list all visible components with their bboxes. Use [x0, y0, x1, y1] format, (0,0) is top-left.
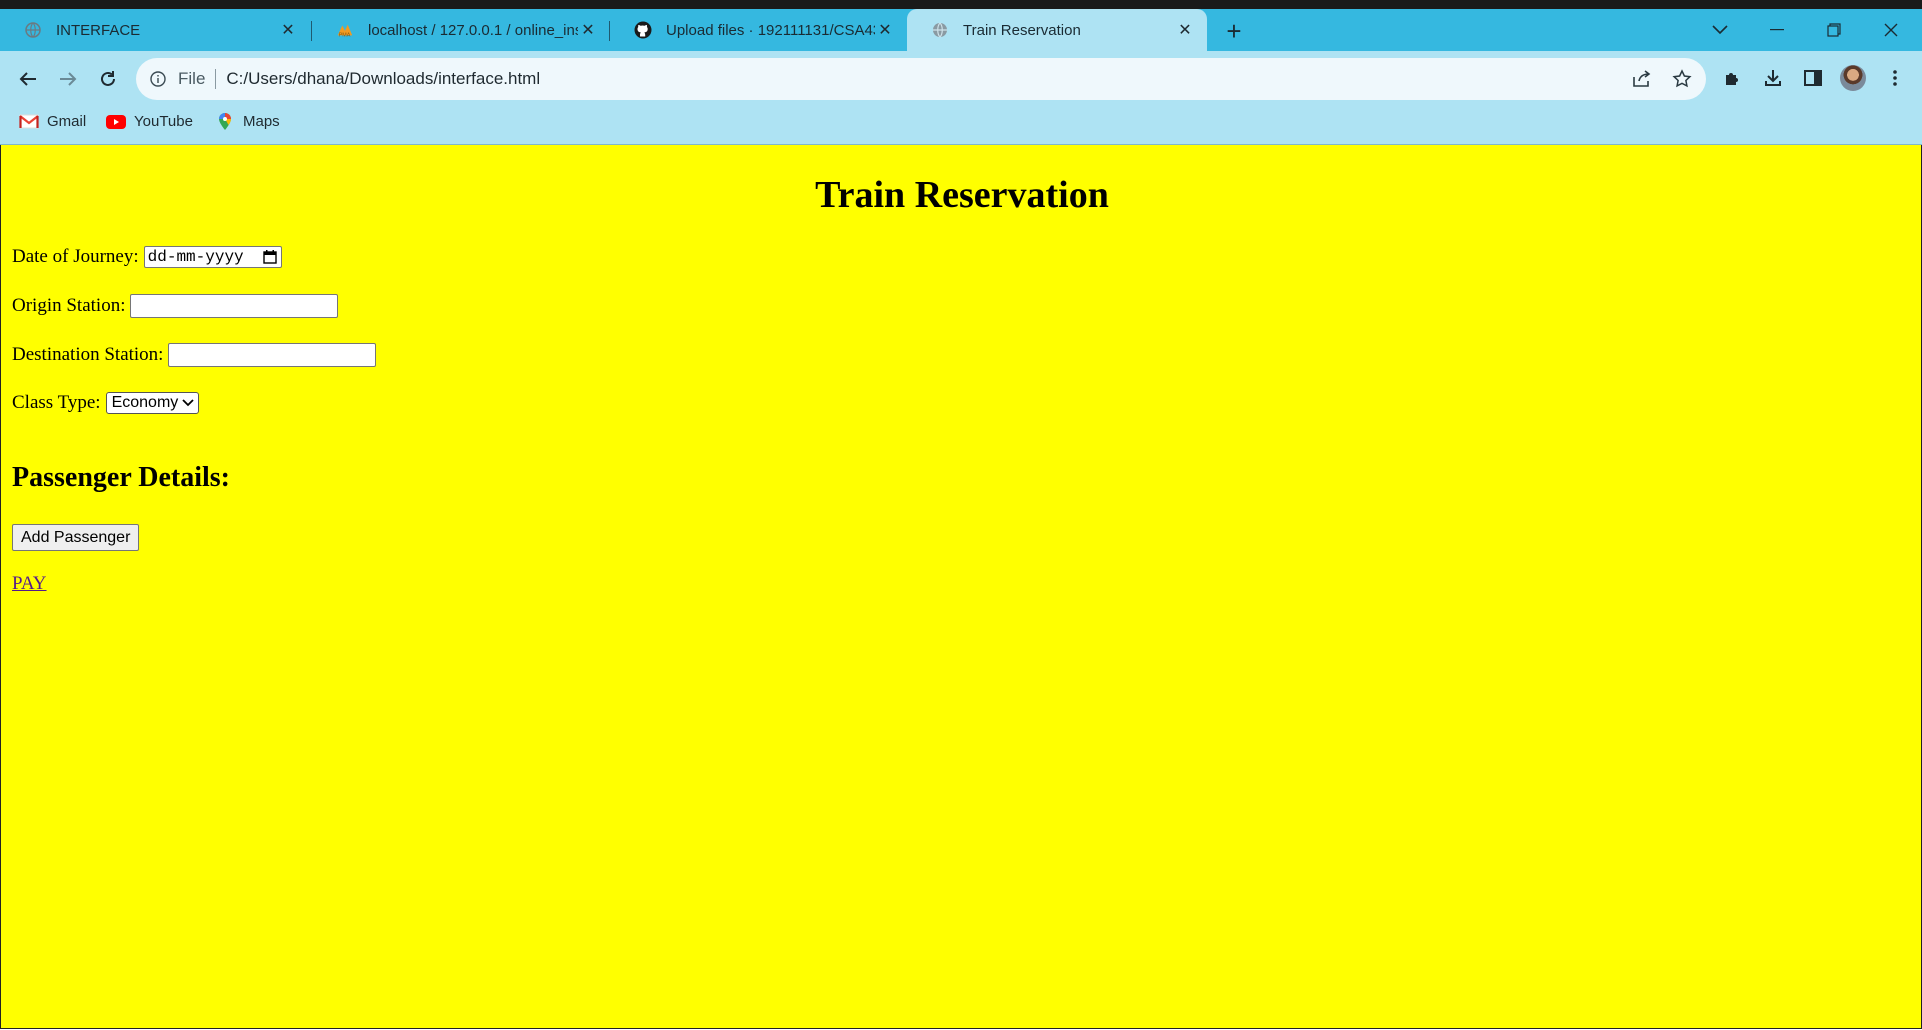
add-passenger-button[interactable]: Add Passenger [12, 524, 140, 551]
tab-github[interactable]: Upload files · 192111131/CSA43 ✕ [610, 9, 907, 51]
forward-button[interactable] [52, 63, 84, 95]
calendar-icon[interactable] [262, 250, 277, 264]
close-icon[interactable]: ✕ [1175, 20, 1195, 40]
minimize-icon [1770, 29, 1784, 31]
date-row: Date of Journey: dd-mm-yyyy [12, 246, 282, 268]
menu-icon[interactable] [1881, 64, 1909, 92]
close-window-button[interactable] [1863, 9, 1919, 51]
date-input[interactable]: dd-mm-yyyy [143, 246, 282, 268]
bookmark-gmail[interactable]: Gmail [19, 106, 86, 137]
divider [215, 69, 217, 89]
tab-interface[interactable]: INTERFACE ✕ [0, 9, 310, 51]
origin-input[interactable] [130, 294, 339, 318]
tab-phpmyadmin[interactable]: PMA localhost / 127.0.0.1 / online_ins ✕ [312, 9, 610, 51]
close-icon[interactable]: ✕ [278, 20, 298, 40]
bookmark-label: Maps [243, 113, 280, 130]
globe-icon [931, 21, 949, 39]
tab-title: Train Reservation [963, 21, 1081, 39]
share-icon[interactable] [1631, 68, 1653, 90]
chevron-down-icon [1712, 25, 1728, 35]
destination-input[interactable] [168, 343, 377, 367]
github-icon [634, 21, 652, 39]
class-label: Class Type: [12, 392, 101, 413]
tab-title: INTERFACE [56, 21, 141, 39]
bookmark-youtube[interactable]: YouTube [106, 106, 193, 137]
chevron-down-icon [182, 399, 194, 407]
address-bar[interactable]: File C:/Users/dhana/Downloads/interface.… [136, 58, 1706, 100]
destination-label: Destination Station: [12, 344, 164, 365]
new-tab-button[interactable]: + [1219, 16, 1249, 46]
class-selected-value: Economy [111, 394, 179, 411]
origin-row: Origin Station: [12, 294, 339, 318]
restore-button[interactable] [1806, 9, 1862, 51]
download-icon[interactable] [1759, 64, 1787, 92]
reload-icon [101, 71, 115, 86]
tab-train-reservation[interactable]: Train Reservation ✕ [907, 9, 1207, 51]
passenger-details-heading: Passenger Details: [12, 462, 230, 493]
page-title: Train Reservation [815, 174, 1109, 216]
tab-title: localhost / 127.0.0.1 / online_ins [368, 21, 578, 39]
close-icon[interactable]: ✕ [578, 20, 598, 40]
pay-link[interactable]: PAY [12, 573, 47, 595]
tab-search-button[interactable] [1692, 9, 1748, 51]
side-panel-icon[interactable] [1799, 64, 1827, 92]
info-icon[interactable] [148, 69, 168, 89]
class-row: Class Type: Economy [12, 392, 200, 414]
bookmark-label: Gmail [47, 113, 87, 130]
arrow-left-icon [19, 72, 36, 86]
avatar[interactable] [1840, 65, 1866, 91]
phpmyadmin-icon: PMA [336, 21, 354, 39]
toolbar: File C:/Users/dhana/Downloads/interface.… [0, 51, 1922, 106]
origin-label: Origin Station: [12, 295, 126, 316]
bookmark-maps[interactable]: Maps [215, 106, 280, 137]
tab-title: Upload files · 192111131/CSA43 [666, 21, 875, 39]
close-icon[interactable]: ✕ [875, 20, 895, 40]
date-label: Date of Journey: [12, 246, 139, 267]
gmail-icon [19, 114, 39, 130]
close-icon [1884, 23, 1898, 37]
url-text[interactable]: C:/Users/dhana/Downloads/interface.html [226, 69, 540, 89]
class-select[interactable]: Economy [105, 392, 200, 414]
bookmark-label: YouTube [134, 113, 193, 130]
date-placeholder: dd-mm-yyyy [147, 248, 244, 266]
maps-icon [215, 112, 235, 130]
scheme-label: File [178, 69, 206, 88]
arrow-right-icon [60, 72, 77, 86]
globe-icon [24, 21, 42, 39]
destination-row: Destination Station: [12, 343, 377, 367]
back-button[interactable] [12, 63, 44, 95]
tab-strip: INTERFACE ✕ PMA localhost / 127.0.0.1 / … [0, 0, 1922, 51]
minimize-button[interactable] [1749, 9, 1805, 51]
svg-text:PMA: PMA [339, 32, 351, 38]
extensions-icon[interactable] [1719, 64, 1747, 92]
browser-window: INTERFACE ✕ PMA localhost / 127.0.0.1 / … [0, 0, 1922, 1030]
page-content: Train Reservation Date of Journey: dd-mm… [0, 145, 1922, 1029]
bookmarks-bar: Gmail YouTube Maps [0, 106, 1922, 145]
reload-button[interactable] [92, 63, 124, 95]
youtube-icon [106, 114, 126, 130]
star-icon[interactable] [1671, 68, 1693, 90]
restore-icon [1827, 23, 1841, 37]
